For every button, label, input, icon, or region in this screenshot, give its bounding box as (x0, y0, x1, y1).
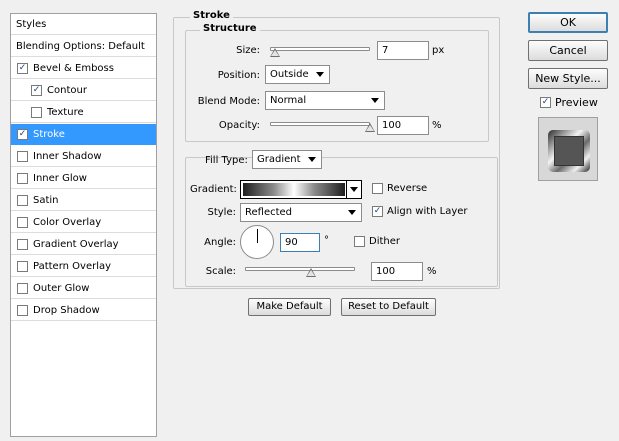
fill-type-label: Fill Type: (205, 155, 248, 166)
scale-input[interactable]: 100 (371, 262, 423, 281)
opacity-slider-thumb[interactable] (365, 123, 375, 132)
blend-mode-label: Blend Mode: (197, 96, 260, 107)
blend-mode-select[interactable]: Normal (265, 91, 385, 110)
scale-slider[interactable] (245, 267, 355, 271)
angle-label: Angle: (204, 237, 236, 248)
checkbox-icon[interactable]: ✓ (17, 62, 28, 74)
chevron-down-icon (371, 98, 379, 103)
style-item-label: Satin (33, 194, 59, 206)
size-input[interactable]: 7 (377, 41, 429, 60)
scale-slider-thumb[interactable] (306, 268, 316, 277)
style-item-label: Texture (47, 106, 84, 118)
style-item-label: Outer Glow (33, 282, 90, 294)
preview-check-icon: ✓ (540, 97, 551, 108)
checkbox-icon[interactable] (17, 282, 28, 294)
chevron-down-icon (308, 157, 316, 162)
chevron-down-icon (316, 72, 324, 77)
align-check-icon: ✓ (372, 206, 383, 217)
angle-input[interactable]: 90 (280, 233, 320, 252)
style-item-label: Gradient Overlay (33, 238, 119, 250)
opacity-slider[interactable] (270, 122, 370, 126)
checkbox-icon[interactable] (17, 216, 28, 228)
scale-unit: % (427, 266, 437, 277)
checkbox-icon[interactable] (17, 260, 28, 272)
preview-square (554, 136, 584, 166)
preview-checkbox[interactable]: ✓ Preview (540, 96, 598, 109)
style-item-outer-glow[interactable]: Outer Glow (11, 278, 156, 299)
checkbox-icon[interactable]: ✓ (31, 84, 42, 96)
style-item-label: Inner Glow (33, 172, 87, 184)
checkbox-icon[interactable]: ✓ (17, 128, 28, 140)
checkbox-icon[interactable] (17, 238, 28, 250)
style-select[interactable]: Reflected (240, 203, 362, 222)
opacity-unit: % (432, 120, 442, 131)
scale-label: Scale: (205, 266, 236, 277)
checkbox-icon[interactable] (31, 106, 42, 118)
dither-checkbox[interactable]: Dither (354, 236, 400, 247)
style-item-pattern-overlay[interactable]: Pattern Overlay (11, 256, 156, 277)
size-unit: px (432, 45, 445, 56)
style-item-satin[interactable]: Satin (11, 190, 156, 211)
style-value: Reflected (245, 207, 293, 218)
gradient-dropdown[interactable] (346, 181, 361, 198)
fill-type-select[interactable]: Gradient (252, 150, 322, 169)
cancel-button[interactable]: Cancel (528, 40, 608, 61)
style-item-inner-shadow[interactable]: Inner Shadow (11, 146, 156, 167)
size-slider-thumb[interactable] (270, 48, 280, 57)
blending-options-item[interactable]: Blending Options: Default (11, 36, 156, 57)
angle-unit: ° (324, 235, 329, 246)
style-item-color-overlay[interactable]: Color Overlay (11, 212, 156, 233)
styles-header: Styles (11, 14, 156, 35)
style-item-label: Bevel & Emboss (33, 62, 114, 74)
style-item-label: Stroke (33, 128, 65, 140)
opacity-input[interactable]: 100 (377, 116, 429, 135)
gradient-label: Gradient: (190, 184, 237, 195)
reverse-checkbox[interactable]: Reverse (372, 183, 427, 194)
style-item-stroke[interactable]: ✓ Stroke (11, 124, 156, 145)
styles-panel: Styles Blending Options: Default ✓ Bevel … (10, 13, 157, 437)
style-label: Style: (207, 207, 237, 218)
size-slider[interactable] (270, 47, 370, 51)
opacity-label: Opacity: (218, 120, 260, 131)
size-label: Size: (236, 45, 260, 56)
blend-mode-value: Normal (270, 95, 307, 106)
position-value: Outside (270, 69, 309, 80)
chevron-down-icon (348, 210, 356, 215)
style-item-texture[interactable]: Texture (11, 102, 156, 123)
style-preview-thumbnail (538, 117, 598, 181)
checkbox-icon[interactable] (17, 172, 28, 184)
style-item-bevel-emboss[interactable]: ✓ Bevel & Emboss (11, 58, 156, 79)
style-item-label: Color Overlay (33, 216, 102, 228)
style-item-label: Drop Shadow (33, 304, 100, 316)
preview-frame (548, 130, 590, 172)
position-label: Position: (217, 70, 260, 81)
dither-check-icon (354, 236, 365, 247)
style-item-drop-shadow[interactable]: Drop Shadow (11, 300, 156, 321)
gradient-preview (243, 183, 345, 196)
style-item-gradient-overlay[interactable]: Gradient Overlay (11, 234, 156, 255)
style-item-contour[interactable]: ✓ Contour (11, 80, 156, 101)
style-item-label: Pattern Overlay (33, 260, 112, 272)
style-item-label: Contour (47, 84, 87, 96)
stroke-title: Stroke (190, 10, 233, 21)
reset-to-default-button[interactable]: Reset to Default (341, 298, 436, 316)
reverse-check-icon (372, 183, 383, 194)
checkbox-icon[interactable] (17, 194, 28, 206)
structure-title: Structure (200, 23, 260, 34)
position-select[interactable]: Outside (265, 65, 330, 84)
angle-dial-needle (257, 229, 258, 243)
style-item-inner-glow[interactable]: Inner Glow (11, 168, 156, 189)
align-with-layer-checkbox[interactable]: ✓ Align with Layer (372, 206, 468, 217)
gradient-picker[interactable] (240, 180, 362, 199)
checkbox-icon[interactable] (17, 304, 28, 316)
angle-dial[interactable] (240, 225, 274, 259)
style-item-label: Inner Shadow (33, 150, 102, 162)
fill-type-value: Gradient (257, 154, 301, 165)
ok-button[interactable]: OK (528, 12, 608, 33)
new-style-button[interactable]: New Style... (528, 68, 608, 89)
chevron-down-icon (350, 187, 358, 192)
checkbox-icon[interactable] (17, 150, 28, 162)
make-default-button[interactable]: Make Default (248, 298, 331, 316)
